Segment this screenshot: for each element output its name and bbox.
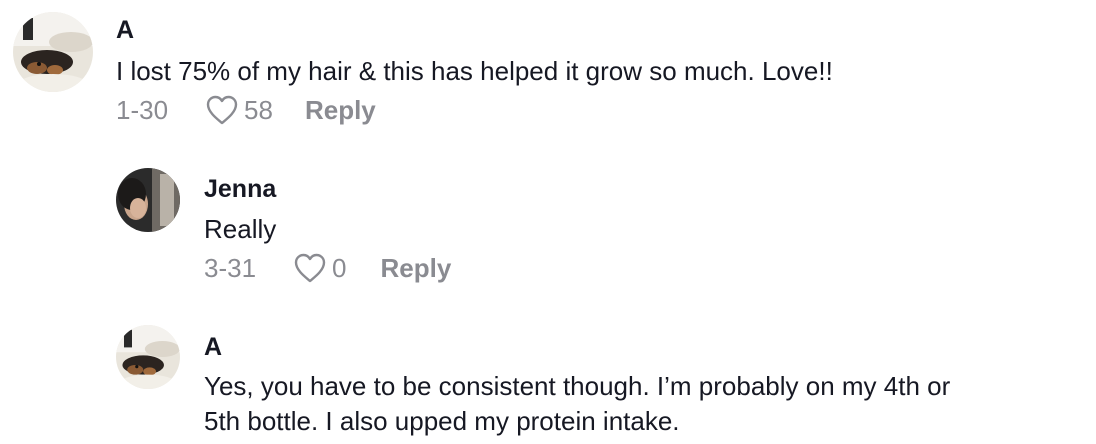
comment-meta: 1-30 58 Reply	[116, 93, 376, 127]
comment-text: I lost 75% of my hair & this has helped …	[116, 56, 833, 86]
comment-date: 1-30	[116, 94, 169, 125]
reply-button[interactable]: Reply	[381, 253, 452, 284]
heart-outline-icon	[294, 253, 326, 283]
avatar[interactable]	[116, 168, 180, 232]
comment-date: 3-31	[204, 252, 257, 283]
comment-text-line-2: 5th bottle. I also upped my protein inta…	[204, 406, 680, 436]
comment-text: Really	[204, 214, 277, 244]
comment-text-line-1: Yes, you have to be consistent though. I…	[204, 371, 951, 401]
like-button[interactable]: 58	[204, 94, 273, 126]
like-button[interactable]: 0	[292, 252, 347, 284]
like-count: 58	[244, 94, 273, 125]
like-count: 0	[332, 252, 347, 283]
heart-outline-icon	[206, 95, 238, 125]
person-photo-avatar	[116, 168, 180, 232]
comment-username[interactable]: A	[204, 332, 222, 362]
avatar[interactable]	[116, 325, 180, 389]
comment-username[interactable]: A	[116, 15, 134, 45]
avatar[interactable]	[13, 12, 93, 92]
dog-photo-avatar	[116, 325, 180, 389]
dog-photo-avatar	[13, 12, 93, 92]
comment-meta: 3-31 0 Reply	[204, 251, 451, 285]
reply-button[interactable]: Reply	[305, 95, 376, 126]
comment-username[interactable]: Jenna	[204, 174, 276, 204]
